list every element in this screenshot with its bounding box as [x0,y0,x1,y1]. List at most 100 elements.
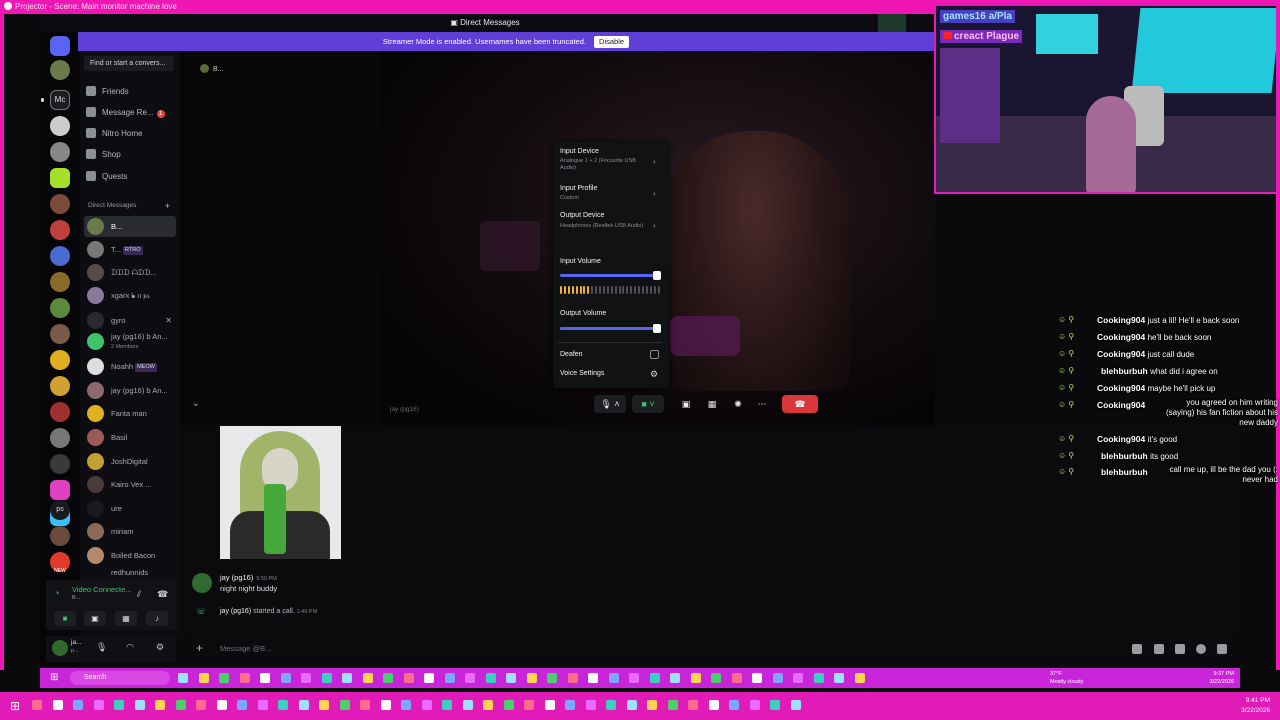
server-icon[interactable] [50,298,70,318]
taskbar-app-icon[interactable] [608,673,619,683]
chevron-right-icon[interactable]: › [653,189,656,198]
hang-up-button[interactable]: ☎ [782,395,818,413]
taskbar-app-icon[interactable] [462,700,473,710]
noise-suppression-icon[interactable]: ⫽ [137,589,141,600]
server-icon[interactable] [50,168,70,188]
soundboard-icon[interactable]: ✺ [728,395,748,413]
dm-item[interactable]: jay (pg16) b An... [84,380,176,401]
taskbar-app-icon[interactable] [32,700,42,710]
taskbar-app-icon[interactable] [834,673,844,683]
taskbar-app-icon[interactable] [729,700,739,710]
find-conversation-input[interactable]: Find or start a convers... [84,56,174,71]
server-icon[interactable] [50,60,70,80]
chevron-right-icon[interactable]: › [653,221,656,230]
dm-item[interactable]: miriam [84,521,176,542]
deafen-checkbox[interactable] [650,350,659,359]
output-volume-slider[interactable] [560,324,661,333]
taskbar-app-icon[interactable] [629,673,639,683]
taskbar-app-icon[interactable] [647,700,657,710]
taskbar-app-icon[interactable] [854,673,865,683]
output-volume-knob[interactable] [653,324,661,333]
taskbar-app-icon[interactable] [383,673,393,683]
message-author[interactable]: jay (pg16) 5:50 PM [220,573,277,582]
chevron-right-icon[interactable]: › [653,157,656,166]
taskbar-app-icon[interactable] [526,673,537,683]
server-icon[interactable] [50,480,70,500]
taskbar-app-icon[interactable] [731,673,742,683]
dm-home-icon[interactable] [50,36,70,56]
system-author[interactable]: jay (pg16) [220,608,251,615]
dm-item[interactable]: Noahh MEOW [84,356,176,377]
server-icon[interactable] [50,272,70,292]
dm-item[interactable]: xgarx ᖲ ⲡ ⲣⲁ [84,285,176,306]
server-mc-icon[interactable]: Mc [50,90,70,110]
message-composer[interactable]: + Message @B... [190,638,1235,660]
input-profile-label[interactable]: Input Profile [560,185,597,192]
taskbar-app-icon[interactable] [606,700,616,710]
server-icon[interactable] [50,402,70,422]
disconnect-icon[interactable]: ☎ [157,589,168,600]
dm-item[interactable]: redhunnids [84,568,176,578]
more-options-icon[interactable]: ⋯ [752,395,772,413]
mic-icon[interactable]: 🎙 [96,642,107,653]
taskbar-app-icon[interactable] [483,700,493,710]
composer-placeholder[interactable]: Message @B... [220,644,271,653]
server-icon[interactable] [50,350,70,370]
taskbar-app-icon[interactable] [237,700,247,710]
taskbar-app-icon[interactable] [690,673,701,683]
share-screen-button[interactable]: ▣ [84,611,106,626]
taskbar-app-icon[interactable] [485,673,496,683]
taskbar-app-icon[interactable] [790,700,801,710]
inbox-button[interactable] [878,14,906,32]
dm-item[interactable]: ure [84,498,176,519]
chevron-down-icon[interactable]: ⌄ [192,398,200,409]
taskbar-app-icon[interactable] [73,700,83,710]
headphones-icon[interactable]: ◠ [126,642,134,653]
input-device-label[interactable]: Input Device [560,148,599,155]
server-ps-icon[interactable]: ps [50,500,70,520]
taskbar-app-icon[interactable] [52,700,63,710]
apps-icon[interactable] [1217,644,1227,654]
server-icon[interactable] [50,376,70,396]
taskbar-app-icon[interactable] [403,673,414,683]
windows-start-icon[interactable]: ⊞ [50,672,58,683]
taskbar-app-icon[interactable] [280,673,291,683]
deafen-label[interactable]: Deafen [560,351,583,358]
share-screen-icon[interactable]: ▣ [676,395,696,413]
taskbar-app-icon[interactable] [278,700,288,710]
taskbar-app-icon[interactable] [667,700,678,710]
taskbar-app-icon[interactable] [114,700,124,710]
taskbar-app-icon[interactable] [298,700,309,710]
taskbar-app-icon[interactable] [585,700,596,710]
taskbar-app-icon[interactable] [380,700,391,710]
taskbar-app-icon[interactable] [198,673,209,683]
taskbar-app-icon[interactable] [342,673,352,683]
gif-icon[interactable] [1154,644,1164,654]
taskbar-app-icon[interactable] [321,673,332,683]
add-attachment-icon[interactable]: + [196,641,203,655]
taskbar-app-icon[interactable] [649,673,660,683]
output-device-label[interactable]: Output Device [560,212,604,219]
sticker-icon[interactable] [1175,644,1185,654]
taskbar-app-icon[interactable] [319,700,329,710]
server-icon[interactable] [50,142,70,162]
voice-status[interactable]: Video Connecte... [72,585,132,594]
server-icon[interactable] [50,428,70,448]
taskbar-app-icon[interactable] [506,673,516,683]
activities-button[interactable]: ▦ [115,611,137,626]
taskbar-app-icon[interactable] [588,673,598,683]
taskbar-app-icon[interactable] [362,673,373,683]
dm-item[interactable]: T... RTRO [84,239,176,260]
camera-button[interactable]: ■ [54,611,76,626]
taskbar-app-icon[interactable] [260,673,270,683]
input-volume-knob[interactable] [653,271,661,280]
taskbar-app-icon[interactable] [219,673,229,683]
taskbar-app-icon[interactable] [547,673,557,683]
taskbar-app-icon[interactable] [401,700,411,710]
server-icon[interactable] [50,194,70,214]
avatar[interactable] [52,640,68,656]
nav-message-requests[interactable]: Message Re... 1 [86,105,176,121]
dm-item[interactable]: jay (pg16) b An... 2 Members [84,331,176,352]
server-icon[interactable] [50,324,70,344]
dm-item[interactable]: ᗪᗪᗪ ᗩᗪᗪ... [84,262,176,283]
